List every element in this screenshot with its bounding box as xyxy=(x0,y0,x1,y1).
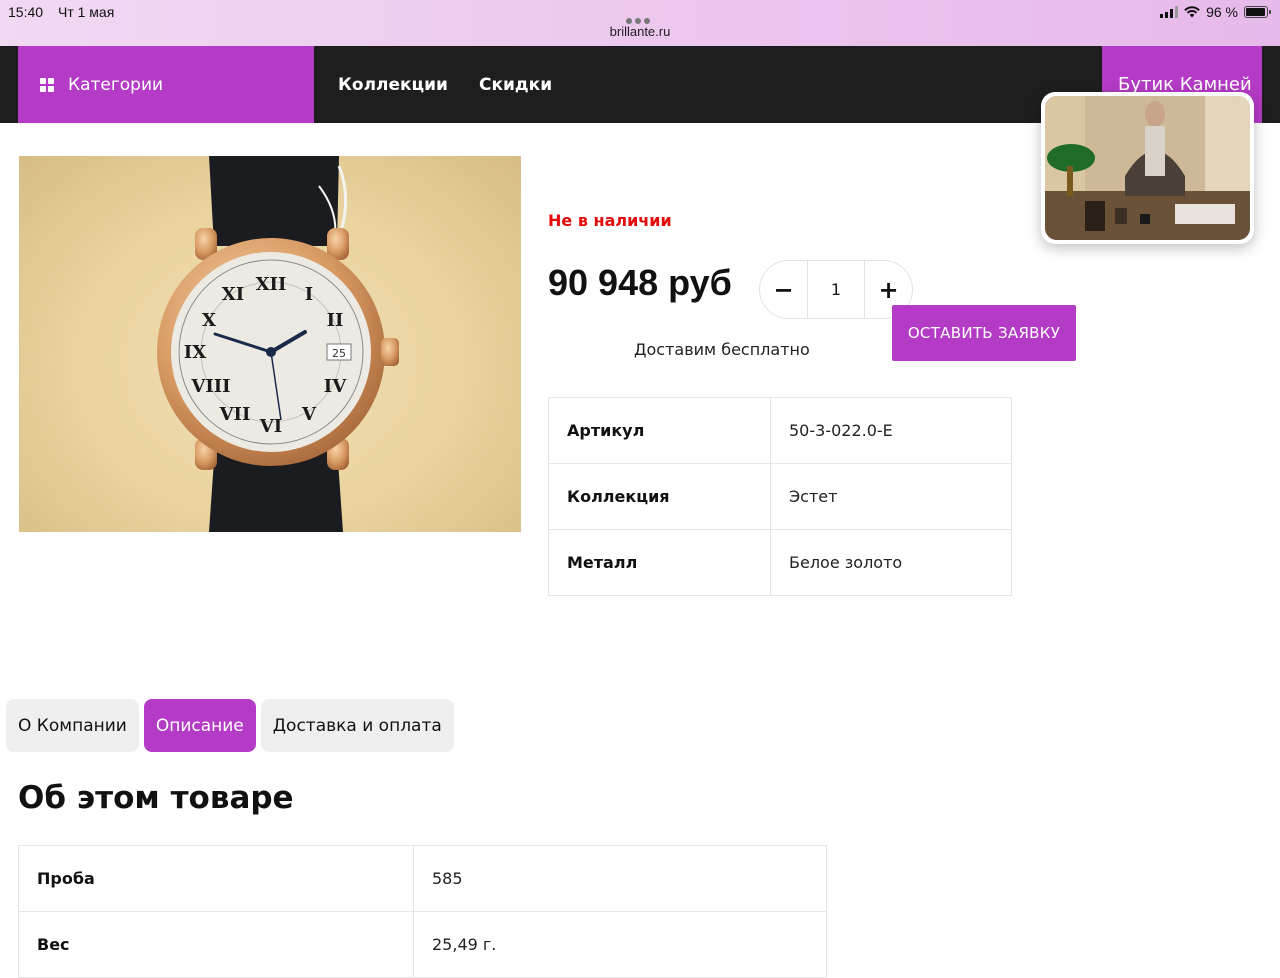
about-key: Проба xyxy=(18,845,414,912)
about-value: 25,49 г. xyxy=(413,911,827,978)
table-row: Проба 585 xyxy=(18,845,827,912)
status-time: 15:40 xyxy=(8,4,44,20)
categories-menu-button[interactable]: Категории xyxy=(18,46,314,123)
categories-label: Категории xyxy=(68,74,164,95)
table-row: Коллекция Эстет xyxy=(548,463,1012,530)
video-feed xyxy=(1045,96,1250,240)
svg-text:IX: IX xyxy=(184,342,206,363)
grid-icon xyxy=(40,77,54,92)
svg-text:VI: VI xyxy=(259,416,282,437)
table-row: Металл Белое золото xyxy=(548,529,1012,596)
quantity-decrease-button[interactable]: − xyxy=(759,260,807,319)
about-value: 585 xyxy=(413,845,827,912)
nav-link-collections[interactable]: Коллекции xyxy=(338,46,448,123)
product-price: 90 948 руб xyxy=(548,262,732,303)
leave-request-button[interactable]: ОСТАВИТЬ ЗАЯВКУ xyxy=(892,305,1076,361)
svg-text:IV: IV xyxy=(324,376,347,397)
cellular-signal-icon xyxy=(1160,6,1179,18)
product-image[interactable]: XII VI IX I II XI X VIII VII IV V 25 xyxy=(19,156,521,532)
spec-value: Белое золото xyxy=(770,529,1012,596)
spec-value: 50-3-022.0-E xyxy=(770,397,1012,464)
collection-link[interactable]: Эстет xyxy=(770,463,1012,530)
stock-status: Не в наличии xyxy=(548,211,672,230)
tab-about-company[interactable]: О Компании xyxy=(6,699,139,752)
product-specs-table: Артикул 50-3-022.0-E Коллекция Эстет Мет… xyxy=(548,397,1012,596)
svg-text:II: II xyxy=(327,310,344,331)
video-call-pip[interactable] xyxy=(1041,92,1254,244)
spec-key: Артикул xyxy=(548,397,771,464)
svg-text:XI: XI xyxy=(222,284,244,305)
tab-description[interactable]: Описание xyxy=(143,699,256,752)
wifi-icon xyxy=(1184,6,1200,18)
tab-delivery-payment[interactable]: Доставка и оплата xyxy=(260,699,454,752)
spec-key: Металл xyxy=(548,529,771,596)
spec-key: Коллекция xyxy=(548,463,771,530)
battery-icon xyxy=(1244,6,1271,18)
battery-percent: 96 % xyxy=(1206,4,1238,20)
product-tabs: О Компании Описание Доставка и оплата xyxy=(6,699,454,752)
status-date: Чт 1 мая xyxy=(58,4,115,20)
quantity-stepper: − 1 + xyxy=(759,260,913,319)
svg-text:V: V xyxy=(301,404,317,425)
status-indicators: 96 % xyxy=(1160,4,1271,20)
svg-text:25: 25 xyxy=(332,347,346,360)
svg-text:VII: VII xyxy=(219,404,251,425)
about-product-title: Об этом товаре xyxy=(18,780,294,816)
nav-link-discounts[interactable]: Скидки xyxy=(479,46,552,123)
table-row: Артикул 50-3-022.0-E xyxy=(548,397,1012,464)
video-scene-image xyxy=(1045,96,1250,240)
svg-text:XII: XII xyxy=(256,274,287,295)
more-dots-icon[interactable] xyxy=(626,9,654,24)
about-key: Вес xyxy=(18,911,414,978)
about-product-table: Проба 585 Вес 25,49 г. xyxy=(18,845,827,978)
svg-text:X: X xyxy=(202,310,216,331)
watch-image: XII VI IX I II XI X VIII VII IV V 25 xyxy=(157,156,399,532)
table-row: Вес 25,49 г. xyxy=(18,911,827,978)
status-bar: 15:40 Чт 1 мая brillante.ru 96 % xyxy=(0,0,1280,46)
svg-text:I: I xyxy=(305,284,313,305)
svg-text:VIII: VIII xyxy=(190,376,230,397)
quantity-input[interactable]: 1 xyxy=(807,260,865,319)
free-delivery-note: Доставим бесплатно xyxy=(634,340,810,359)
address-bar-url[interactable]: brillante.ru xyxy=(0,24,1280,39)
